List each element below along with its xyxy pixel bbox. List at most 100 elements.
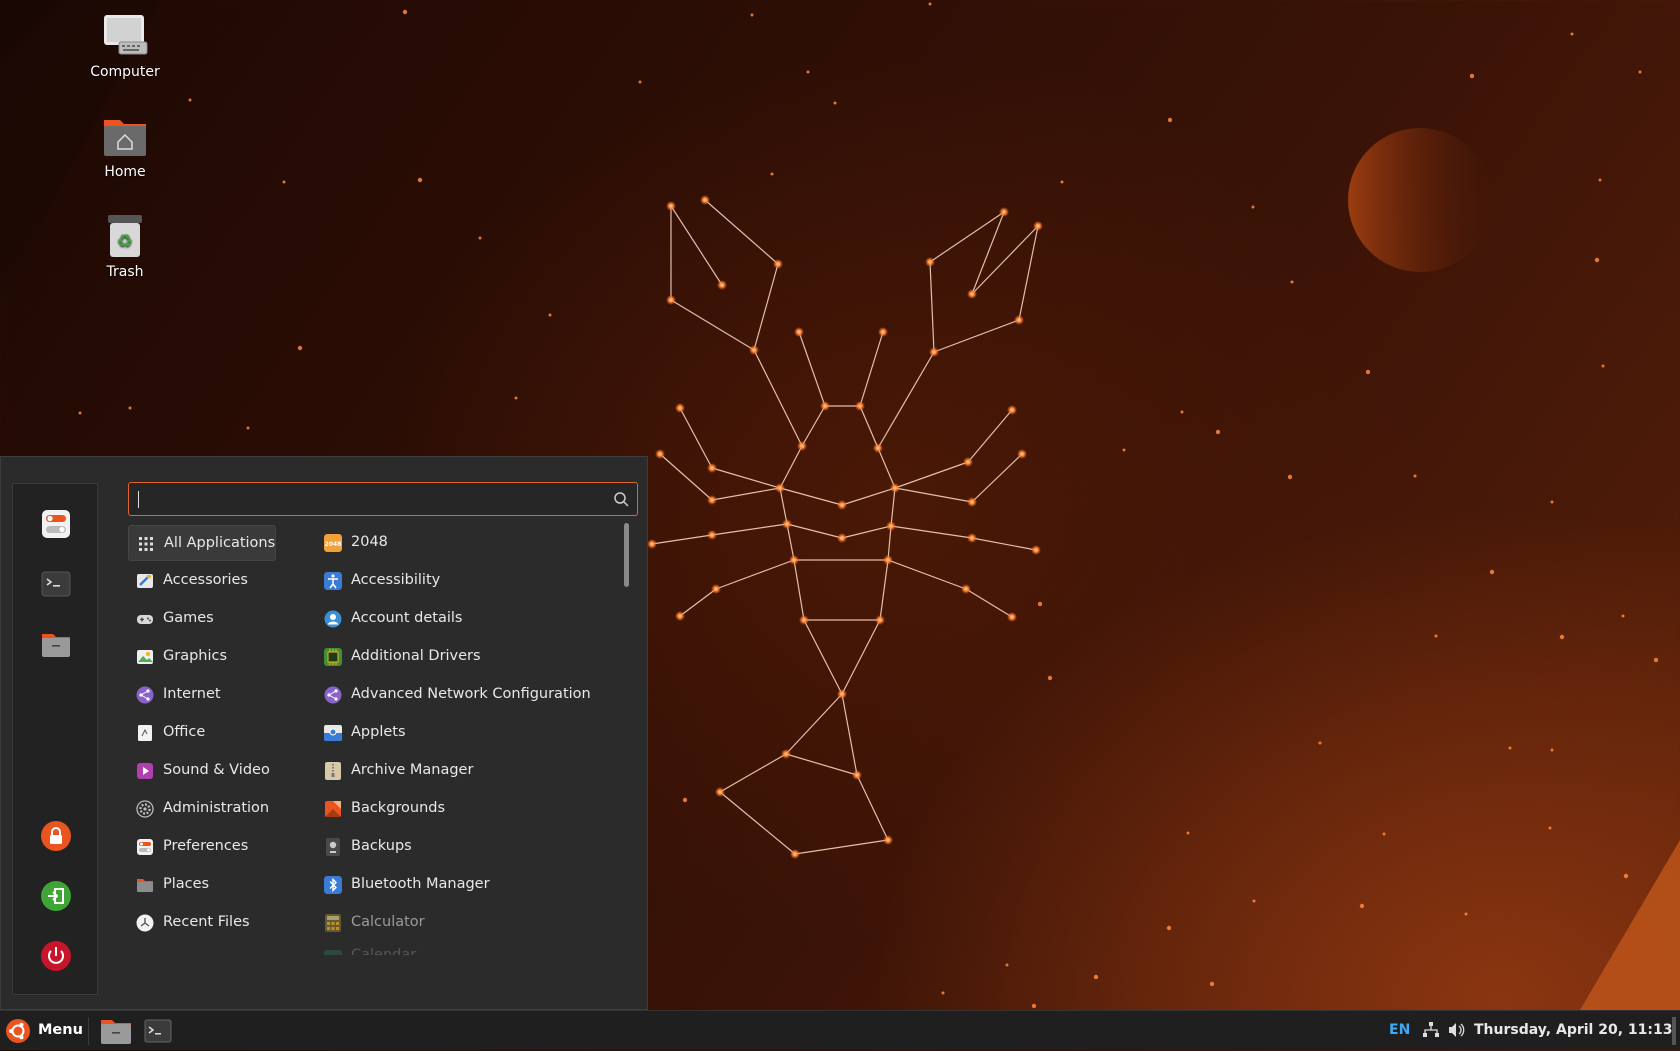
category-label: Office xyxy=(163,724,206,740)
favorite-files[interactable] xyxy=(40,628,72,660)
svg-text:♻: ♻ xyxy=(117,231,133,252)
category-preferences[interactable]: Preferences xyxy=(128,829,276,865)
network-icon xyxy=(1423,1022,1439,1037)
desktop-icon-label: Home xyxy=(104,164,146,180)
category-graphics[interactable]: Graphics xyxy=(128,639,276,675)
favorite-terminal[interactable] xyxy=(40,568,72,600)
keyboard-layout-indicator[interactable]: EN xyxy=(1389,1022,1410,1038)
desktop-icon-computer[interactable]: Computer xyxy=(70,12,180,80)
category-accessories[interactable]: Accessories xyxy=(128,563,276,599)
category-administration[interactable]: Administration xyxy=(128,791,276,827)
category-label: Administration xyxy=(163,800,270,816)
app-label: Archive Manager xyxy=(351,762,474,778)
app-label: Calculator xyxy=(351,914,425,930)
app-calculator[interactable]: Calculator xyxy=(316,905,616,941)
category-label: Preferences xyxy=(163,838,249,854)
app-additional-drivers[interactable]: Additional Drivers xyxy=(316,639,616,675)
app-list-scrollbar[interactable] xyxy=(624,523,629,587)
game-2048-icon: 2048 xyxy=(324,534,342,552)
app-calendar[interactable]: Calendar xyxy=(316,941,616,955)
app-label: Applets xyxy=(351,724,406,740)
calendar-icon xyxy=(324,950,342,955)
menu-button-label: Menu xyxy=(38,1022,83,1038)
app-label: Advanced Network Configuration xyxy=(351,686,591,702)
lock-icon xyxy=(41,821,71,851)
app-accessibility[interactable]: Accessibility xyxy=(316,563,616,599)
category-all-applications[interactable]: All Applications xyxy=(128,525,276,561)
desktop-icon-trash[interactable]: ♻ Trash xyxy=(70,212,180,280)
office-icon xyxy=(138,725,152,741)
app-label: Backgrounds xyxy=(351,800,446,816)
text-caret xyxy=(138,491,139,508)
app-backups[interactable]: Backups xyxy=(316,829,616,865)
menu-button[interactable]: Menu xyxy=(0,1011,86,1051)
backups-icon xyxy=(326,838,340,856)
gear-icon xyxy=(136,800,154,818)
archive-icon xyxy=(325,762,341,780)
applets-icon xyxy=(324,725,342,741)
chip-icon xyxy=(324,648,342,666)
home-folder-icon xyxy=(101,112,149,160)
places-folder-icon xyxy=(137,879,153,892)
app-label: Accessibility xyxy=(351,572,441,588)
app-2048[interactable]: 2048 2048 xyxy=(316,525,616,561)
accessibility-icon xyxy=(324,572,342,590)
taskbar-terminal-launcher[interactable] xyxy=(140,1016,176,1046)
category-sound-video[interactable]: Sound & Video xyxy=(128,753,276,789)
internet-icon xyxy=(136,686,154,704)
application-menu: All Applications Accessories Games Graph… xyxy=(0,456,648,1010)
category-label: Internet xyxy=(163,686,221,702)
bluetooth-icon xyxy=(324,876,342,894)
power-icon xyxy=(41,941,71,971)
recent-clock-icon xyxy=(136,914,154,932)
app-bluetooth-manager[interactable]: Bluetooth Manager xyxy=(316,867,616,903)
volume-icon xyxy=(1449,1023,1465,1037)
favorite-settings[interactable] xyxy=(40,508,72,540)
svg-text:2048: 2048 xyxy=(325,541,342,548)
grid-icon xyxy=(139,537,153,551)
taskbar-files-launcher[interactable] xyxy=(98,1016,134,1046)
category-office[interactable]: Office xyxy=(128,715,276,751)
clock[interactable]: Thursday, April 20, 11:13 xyxy=(1474,1022,1672,1038)
app-account-details[interactable]: Account details xyxy=(316,601,616,637)
app-label: Bluetooth Manager xyxy=(351,876,490,892)
folder-icon xyxy=(101,1020,131,1044)
shutdown-button[interactable] xyxy=(40,940,72,972)
app-label: Calendar xyxy=(351,947,417,955)
search-input[interactable] xyxy=(143,487,597,513)
show-desktop-button[interactable] xyxy=(1672,1017,1676,1045)
backgrounds-icon xyxy=(325,801,341,817)
search-box[interactable] xyxy=(128,482,638,516)
category-recent-files[interactable]: Recent Files xyxy=(128,905,276,941)
category-games[interactable]: Games xyxy=(128,601,276,637)
app-advanced-network-configuration[interactable]: Advanced Network Configuration xyxy=(316,677,616,713)
terminal-icon xyxy=(41,571,71,597)
volume-tray-button[interactable] xyxy=(1447,1021,1465,1043)
system-tray: EN Thursday, April 20, 11:13 xyxy=(1380,1011,1680,1051)
lock-screen-button[interactable] xyxy=(40,820,72,852)
category-label: Sound & Video xyxy=(163,762,270,778)
logout-button[interactable] xyxy=(40,880,72,912)
ubuntu-logo-icon xyxy=(6,1019,30,1043)
desktop-icon-home[interactable]: Home xyxy=(70,112,180,180)
category-label: All Applications xyxy=(164,535,276,551)
network-tray-button[interactable] xyxy=(1422,1021,1440,1043)
app-applets[interactable]: Applets xyxy=(316,715,616,751)
taskbar: Menu EN Thursday, April 20, 11:13 xyxy=(0,1010,1680,1050)
app-label: 2048 xyxy=(351,534,388,550)
folder-icon xyxy=(42,634,70,657)
category-label: Accessories xyxy=(163,572,248,588)
category-places[interactable]: Places xyxy=(128,867,276,903)
settings-toggle-icon xyxy=(42,510,70,538)
category-internet[interactable]: Internet xyxy=(128,677,276,713)
search-icon[interactable] xyxy=(613,491,629,507)
calculator-icon xyxy=(325,914,341,932)
app-backgrounds[interactable]: Backgrounds xyxy=(316,791,616,827)
media-icon xyxy=(137,763,153,779)
app-archive-manager[interactable]: Archive Manager xyxy=(316,753,616,789)
network-config-icon xyxy=(324,686,342,704)
terminal-icon xyxy=(144,1019,172,1043)
account-icon xyxy=(324,610,342,628)
app-label: Backups xyxy=(351,838,412,854)
gamepad-icon xyxy=(137,615,153,624)
